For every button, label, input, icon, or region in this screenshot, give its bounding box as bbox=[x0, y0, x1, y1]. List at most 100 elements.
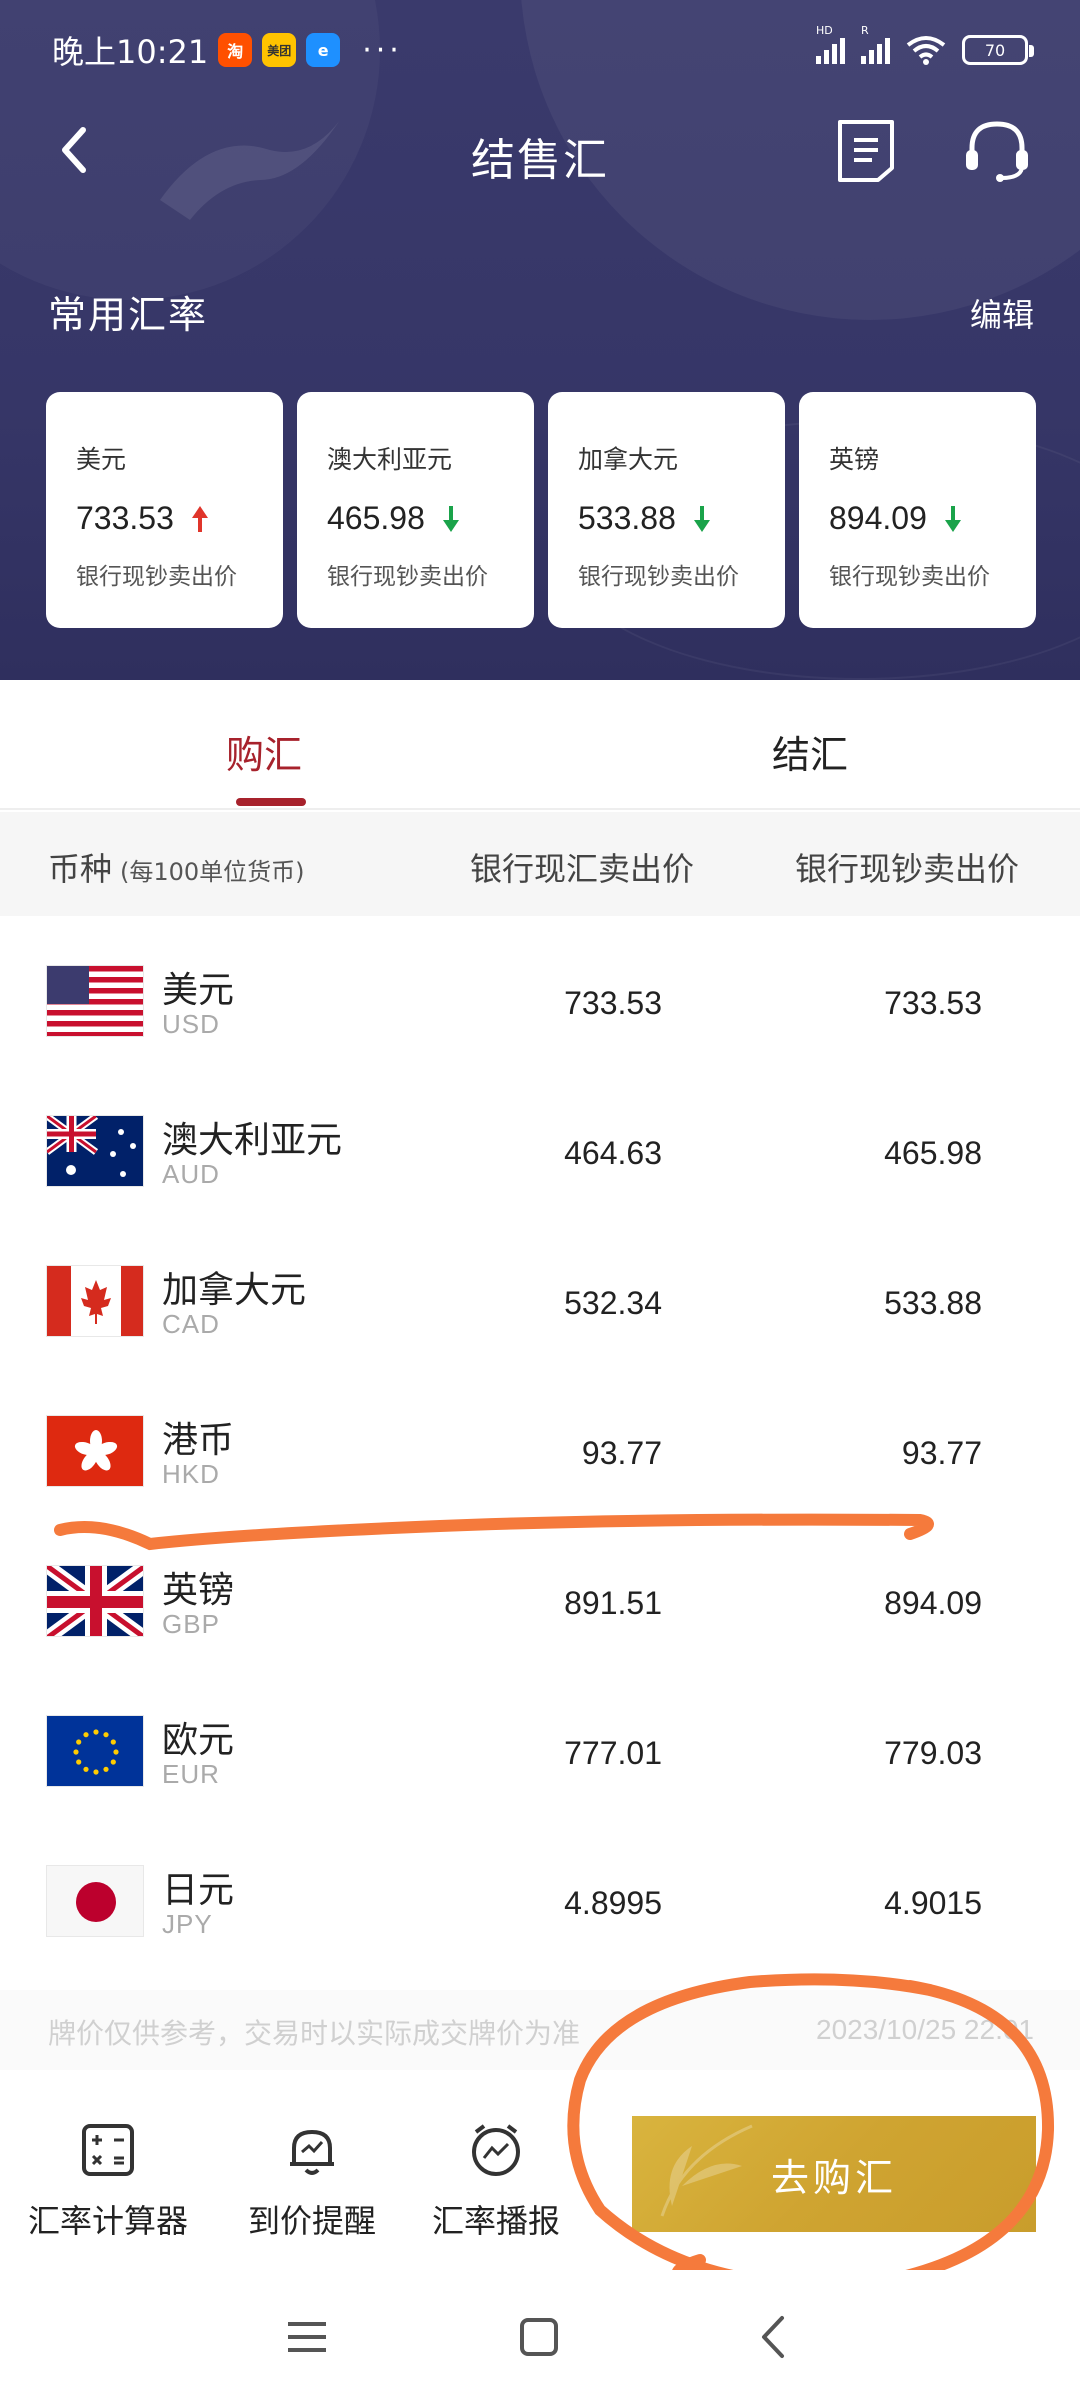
section-title: 常用汇率 bbox=[48, 293, 209, 337]
rate-card-sub: 银行现钞卖出价 bbox=[578, 564, 739, 590]
edit-button[interactable]: 编辑 bbox=[970, 290, 1034, 336]
disclaimer-text: 牌价仅供参考，交易时以实际成交牌价为准 bbox=[48, 2017, 581, 2050]
table-header: 币种 (每100单位货币) 银行现汇卖出价 银行现钞卖出价 bbox=[0, 812, 1080, 916]
price-alert-button[interactable]: 到价提醒 bbox=[248, 2120, 376, 2242]
taobao-app-icon: 淘 bbox=[218, 33, 253, 67]
signal-hd-icon: HD bbox=[816, 24, 845, 64]
currency-name: 美元 bbox=[162, 970, 235, 1011]
spot-sell-value: 93.77 bbox=[581, 1435, 662, 1471]
arrow-down-icon bbox=[442, 505, 459, 532]
tab-indicator bbox=[236, 798, 306, 806]
headset-icon bbox=[966, 121, 1028, 182]
calculator-button[interactable]: 汇率计算器 bbox=[28, 2120, 188, 2242]
currency-code: USD bbox=[162, 1009, 220, 1039]
currency-row-aud[interactable]: 澳大利亚元 AUD 464.63 465.98 bbox=[0, 1075, 1080, 1225]
currency-code: GBP bbox=[162, 1609, 220, 1639]
spot-sell-value: 464.63 bbox=[564, 1135, 662, 1171]
currency-code: CAD bbox=[162, 1309, 220, 1339]
menu-icon[interactable] bbox=[282, 2312, 332, 2362]
cash-sell-value: 894.09 bbox=[884, 1585, 982, 1621]
rate-card-sub: 银行现钞卖出价 bbox=[327, 564, 488, 590]
bell-icon bbox=[290, 2130, 334, 2175]
currency-name: 澳大利亚元 bbox=[162, 1120, 343, 1161]
wifi-icon bbox=[906, 36, 946, 65]
customer-service-button[interactable] bbox=[962, 116, 1032, 186]
nav-bar: 结售汇 bbox=[0, 100, 1080, 210]
currency-code: AUD bbox=[162, 1159, 220, 1189]
tab-buy[interactable]: 购汇 bbox=[226, 724, 302, 779]
currency-row-jpy[interactable]: 日元 JPY 4.8995 4.9015 bbox=[0, 1825, 1080, 1975]
trend-clock-icon bbox=[472, 2124, 520, 2176]
col-spot-sell: 银行现汇卖出价 bbox=[470, 850, 695, 888]
orange-circle-annotation bbox=[567, 1973, 1055, 2293]
rate-card-sub: 银行现钞卖出价 bbox=[829, 564, 990, 590]
document-icon bbox=[838, 120, 894, 182]
uk-flag-icon bbox=[46, 1565, 144, 1637]
currency-code: HKD bbox=[162, 1459, 220, 1489]
records-button[interactable] bbox=[836, 118, 896, 184]
cash-sell-value: 779.03 bbox=[884, 1735, 982, 1771]
cash-sell-value: 93.77 bbox=[901, 1435, 982, 1471]
page-title: 结售汇 bbox=[471, 135, 609, 186]
rate-card-value: 533.88 bbox=[578, 500, 676, 536]
cash-sell-value: 4.9015 bbox=[884, 1885, 982, 1921]
rate-card-value: 894.09 bbox=[829, 500, 927, 536]
status-time: 晚上10:21 bbox=[52, 33, 209, 71]
col-currency: 币种 (每100单位货币) bbox=[48, 850, 305, 888]
rate-broadcast-label: 汇率播报 bbox=[432, 2202, 561, 2240]
rate-card[interactable]: 美元 733.53 银行现钞卖出价 bbox=[46, 392, 283, 628]
more-notifications-icon: ··· bbox=[362, 32, 403, 68]
rate-card-name: 澳大利亚元 bbox=[327, 445, 453, 474]
signal-r-icon: R bbox=[861, 24, 890, 64]
canada-flag-icon bbox=[46, 1265, 144, 1337]
arrow-down-icon bbox=[944, 505, 961, 532]
battery-icon: 70 bbox=[962, 35, 1034, 65]
spot-sell-value: 891.51 bbox=[564, 1585, 662, 1621]
spot-sell-value: 532.34 bbox=[564, 1285, 662, 1321]
rate-card-name: 美元 bbox=[76, 445, 127, 474]
spot-sell-value: 777.01 bbox=[564, 1735, 662, 1771]
currency-code: JPY bbox=[162, 1909, 213, 1939]
rate-card[interactable]: 英镑 894.09 银行现钞卖出价 bbox=[799, 392, 1036, 628]
currency-name: 加拿大元 bbox=[162, 1270, 307, 1311]
rate-card-value: 733.53 bbox=[76, 500, 174, 536]
rate-broadcast-button[interactable]: 汇率播报 bbox=[432, 2120, 560, 2242]
battery-level: 70 bbox=[984, 40, 1006, 60]
rate-card-value: 465.98 bbox=[327, 500, 425, 536]
arrow-up-icon bbox=[191, 505, 208, 532]
rate-card[interactable]: 澳大利亚元 465.98 银行现钞卖出价 bbox=[297, 392, 534, 628]
system-nav-bar bbox=[0, 2270, 1080, 2400]
currency-code: EUR bbox=[162, 1759, 220, 1789]
common-rates: 美元 733.53 银行现钞卖出价 澳大利亚元 465.98 银行现钞卖出价 加… bbox=[46, 392, 1036, 628]
rate-card-sub: 银行现钞卖出价 bbox=[76, 564, 237, 590]
tab-sell[interactable]: 结汇 bbox=[772, 724, 848, 779]
browser-app-icon: e bbox=[306, 33, 341, 67]
currency-list: 美元 USD 733.53 733.53 澳大利亚元 AUD 464.63 46… bbox=[0, 925, 1080, 1975]
currency-name: 港币 bbox=[162, 1420, 235, 1461]
system-back-icon[interactable] bbox=[750, 2312, 800, 2362]
price-alert-label: 到价提醒 bbox=[248, 2202, 377, 2240]
home-icon[interactable] bbox=[514, 2312, 564, 2362]
arrow-down-icon bbox=[693, 505, 710, 532]
calculator-label: 汇率计算器 bbox=[28, 2202, 189, 2240]
australia-flag-icon bbox=[46, 1115, 144, 1187]
tab-bar: 购汇 结汇 bbox=[0, 680, 1080, 810]
currency-row-usd[interactable]: 美元 USD 733.53 733.53 bbox=[0, 925, 1080, 1075]
currency-name: 日元 bbox=[162, 1870, 235, 1911]
usa-flag-icon bbox=[46, 965, 144, 1037]
header-banner: 晚上10:21 淘 美团 e ··· HD R 70 结售汇 常用汇率 编辑 美… bbox=[0, 0, 1080, 680]
col-cash-sell: 银行现钞卖出价 bbox=[795, 850, 1020, 888]
cash-sell-value: 533.88 bbox=[884, 1285, 982, 1321]
eu-flag-icon bbox=[46, 1715, 144, 1787]
currency-row-cad[interactable]: 加拿大元 CAD 532.34 533.88 bbox=[0, 1225, 1080, 1375]
rate-card[interactable]: 加拿大元 533.88 银行现钞卖出价 bbox=[548, 392, 785, 628]
meituan-app-icon: 美团 bbox=[262, 33, 297, 67]
currency-name: 欧元 bbox=[162, 1720, 235, 1761]
calculator-icon bbox=[82, 2124, 134, 2176]
cash-sell-value: 465.98 bbox=[884, 1135, 982, 1171]
currency-row-eur[interactable]: 欧元 EUR 777.01 779.03 bbox=[0, 1675, 1080, 1825]
spot-sell-value: 733.53 bbox=[564, 985, 662, 1021]
cash-sell-value: 733.53 bbox=[884, 985, 982, 1021]
rate-card-name: 加拿大元 bbox=[578, 445, 679, 474]
status-bar: 晚上10:21 淘 美团 e ··· HD R 70 bbox=[0, 0, 1080, 100]
